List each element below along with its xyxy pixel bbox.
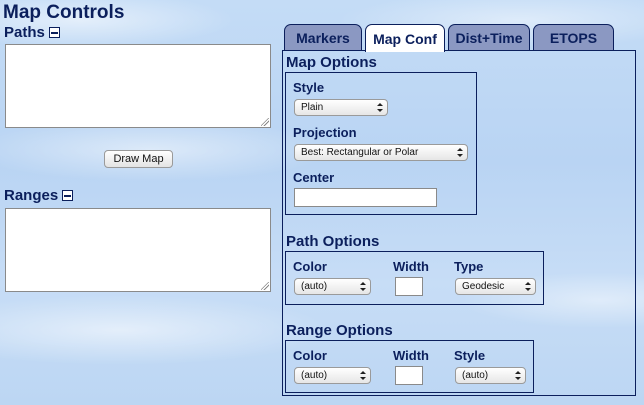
path-type-select-value: Geodesic <box>462 281 505 292</box>
style-label: Style <box>293 80 325 95</box>
draw-map-button[interactable]: Draw Map <box>104 150 173 168</box>
paths-resize-grip-icon[interactable] <box>261 118 269 126</box>
range-style-select[interactable]: (auto) <box>455 367 526 384</box>
paths-collapse-icon[interactable] <box>48 27 60 38</box>
select-arrows-icon <box>377 103 383 112</box>
page-title: Map Controls <box>3 2 125 23</box>
tab-dist-time[interactable]: Dist+Time <box>448 24 530 50</box>
projection-label: Projection <box>293 125 357 140</box>
select-arrows-icon <box>360 282 366 291</box>
ranges-header: Ranges <box>4 187 74 204</box>
path-color-label: Color <box>293 259 327 274</box>
select-arrows-icon <box>457 148 463 157</box>
range-color-select[interactable]: (auto) <box>294 367 371 384</box>
range-style-select-value: (auto) <box>462 370 489 381</box>
ranges-label: Ranges <box>4 187 59 204</box>
paths-textarea[interactable] <box>5 44 271 128</box>
tab-map-conf[interactable]: Map Conf <box>365 24 445 52</box>
range-width-input[interactable] <box>395 366 423 385</box>
style-select-value: Plain <box>301 102 324 113</box>
range-color-select-value: (auto) <box>301 370 328 381</box>
select-arrows-icon <box>525 282 531 291</box>
style-select[interactable]: Plain <box>294 99 388 116</box>
path-color-select[interactable]: (auto) <box>294 278 371 295</box>
path-type-label: Type <box>454 259 484 274</box>
center-label: Center <box>293 170 335 185</box>
range-style-label: Style <box>454 348 486 363</box>
ranges-resize-grip-icon[interactable] <box>261 282 269 290</box>
path-type-select[interactable]: Geodesic <box>455 278 536 295</box>
tab-etops[interactable]: ETOPS <box>533 24 614 50</box>
select-arrows-icon <box>360 371 366 380</box>
path-width-input[interactable] <box>395 277 423 296</box>
paths-label: Paths <box>4 24 45 41</box>
select-arrows-icon <box>515 371 521 380</box>
paths-header: Paths <box>4 24 60 41</box>
path-width-label: Width <box>393 259 429 274</box>
center-input[interactable] <box>294 188 437 207</box>
path-color-select-value: (auto) <box>301 281 328 292</box>
ranges-textarea[interactable] <box>5 208 271 292</box>
projection-select-value: Best: Rectangular or Polar <box>301 147 419 158</box>
path-options-heading: Path Options <box>286 233 380 250</box>
projection-select[interactable]: Best: Rectangular or Polar <box>294 144 468 161</box>
ranges-collapse-icon[interactable] <box>62 190 74 201</box>
map-options-heading: Map Options <box>286 54 377 71</box>
range-options-heading: Range Options <box>286 322 393 339</box>
tab-markers[interactable]: Markers <box>284 24 362 50</box>
range-color-label: Color <box>293 348 327 363</box>
range-width-label: Width <box>393 348 429 363</box>
